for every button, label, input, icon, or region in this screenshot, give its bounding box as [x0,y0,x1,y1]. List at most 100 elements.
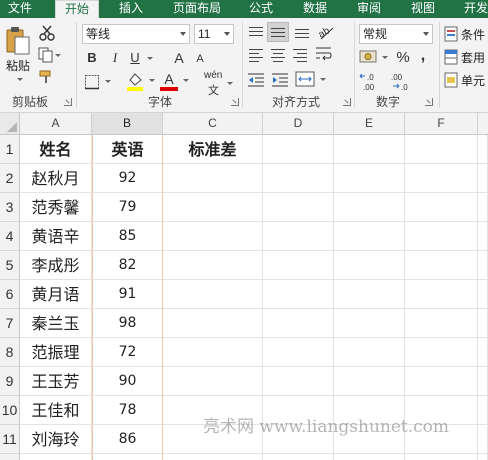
decrease-indent-button[interactable] [247,71,267,89]
cell-d[interactable] [263,222,334,251]
cell-f[interactable] [405,454,478,460]
cell-e[interactable] [334,193,405,222]
name-cell[interactable]: 刘海玲 [20,425,92,454]
tab-view[interactable]: 视图 [402,0,444,18]
align-center-button[interactable] [269,47,289,63]
tab-data[interactable]: 数据 [294,0,336,18]
name-cell[interactable]: 王玉芳 [20,367,92,396]
name-cell[interactable]: 李成彤 [20,251,92,280]
align-left-button[interactable] [247,47,267,63]
cell-d[interactable] [263,309,334,338]
cell-c[interactable] [163,222,263,251]
cell-e[interactable] [334,135,405,164]
font-size-combo[interactable]: 11 [194,24,234,44]
cell-d[interactable] [263,164,334,193]
underline-button[interactable]: U [128,48,142,68]
decrease-decimal-button[interactable]: .00 .0 [389,71,415,93]
score-cell[interactable]: 85 [92,222,163,251]
tab-review[interactable]: 审阅 [348,0,390,18]
orientation-button[interactable]: ab [317,22,341,42]
row-header[interactable]: 8 [0,338,20,367]
row-header[interactable] [0,454,20,460]
conditional-formatting-button[interactable]: 条件 [444,24,488,44]
name-cell[interactable]: 黄语辛 [20,222,92,251]
cell-c[interactable] [163,454,263,460]
cell-f[interactable] [405,280,478,309]
number-format-combo[interactable]: 常规 [359,24,433,44]
tab-formulas[interactable]: 公式 [240,0,282,18]
cell-g[interactable] [478,135,488,164]
cell-e[interactable] [334,338,405,367]
select-all-corner[interactable] [0,113,20,135]
cell-f[interactable] [405,222,478,251]
cell-f[interactable] [405,193,478,222]
name-cell[interactable]: 秦兰玉 [20,309,92,338]
cell-e[interactable] [334,251,405,280]
shrink-font-button[interactable]: A [194,49,206,69]
cell-d[interactable] [263,251,334,280]
cell-d[interactable] [263,454,334,460]
increase-decimal-button[interactable]: .0 .00 [359,71,385,93]
format-as-table-button[interactable]: 套用 [444,47,488,67]
cell-d[interactable] [263,280,334,309]
cell-f[interactable] [405,367,478,396]
cell-d[interactable] [263,367,334,396]
align-bottom-button[interactable] [293,26,313,40]
tab-insert[interactable]: 插入 [108,0,154,18]
wrap-text-button[interactable] [315,45,335,63]
cell-c[interactable] [163,164,263,193]
cell-f[interactable] [405,251,478,280]
format-painter-button[interactable] [38,69,58,87]
cell-g[interactable] [478,367,488,396]
score-cell[interactable]: 91 [92,280,163,309]
row-header[interactable]: 7 [0,309,20,338]
copy-button[interactable] [38,47,64,65]
cell-styles-button[interactable]: 单元 [444,70,488,90]
cell-e[interactable] [334,164,405,193]
column-header-c[interactable]: C [163,113,263,135]
number-launcher-icon[interactable] [425,98,433,106]
clipboard-launcher-icon[interactable] [64,98,72,106]
name-cell[interactable]: 王佳和 [20,396,92,425]
increase-indent-button[interactable] [271,71,291,89]
header-cell-a[interactable]: 姓名 [20,135,92,164]
cell-g[interactable] [478,164,488,193]
font-launcher-icon[interactable] [231,98,239,106]
merge-center-button[interactable] [295,70,329,90]
score-cell[interactable]: 98 [92,309,163,338]
fill-color-button[interactable] [126,71,156,93]
grow-font-button[interactable]: A [172,48,186,68]
score-cell[interactable]: 72 [92,338,163,367]
row-header[interactable]: 2 [0,164,20,193]
row-header[interactable]: 5 [0,251,20,280]
column-header-d[interactable]: D [263,113,334,135]
font-color-button[interactable]: A [160,71,190,93]
cell-a[interactable] [20,454,92,460]
tab-developer[interactable]: 开发 [456,0,488,18]
score-cell[interactable]: 79 [92,193,163,222]
alignment-launcher-icon[interactable] [343,98,351,106]
bold-button[interactable]: B [84,48,100,68]
cell-c[interactable] [163,251,263,280]
column-header-g[interactable] [478,113,488,135]
column-header-a[interactable]: A [20,113,92,135]
tab-home[interactable]: 开始 [55,0,99,19]
score-cell[interactable]: 86 [92,425,163,454]
header-cell-b[interactable]: 英语 [92,135,163,164]
cell-g[interactable] [478,454,488,460]
cell-g[interactable] [478,396,488,425]
cell-f[interactable] [405,338,478,367]
cell-f[interactable] [405,135,478,164]
align-top-button[interactable] [247,26,267,40]
row-header[interactable]: 9 [0,367,20,396]
cell-f[interactable] [405,309,478,338]
row-header[interactable]: 1 [0,135,20,164]
name-cell[interactable]: 黄月语 [20,280,92,309]
cell-c[interactable] [163,280,263,309]
cell-e[interactable] [334,454,405,460]
cell-c[interactable] [163,367,263,396]
cell-g[interactable] [478,309,488,338]
score-cell[interactable]: 78 [92,396,163,425]
score-cell[interactable]: 82 [92,251,163,280]
cell-g[interactable] [478,251,488,280]
